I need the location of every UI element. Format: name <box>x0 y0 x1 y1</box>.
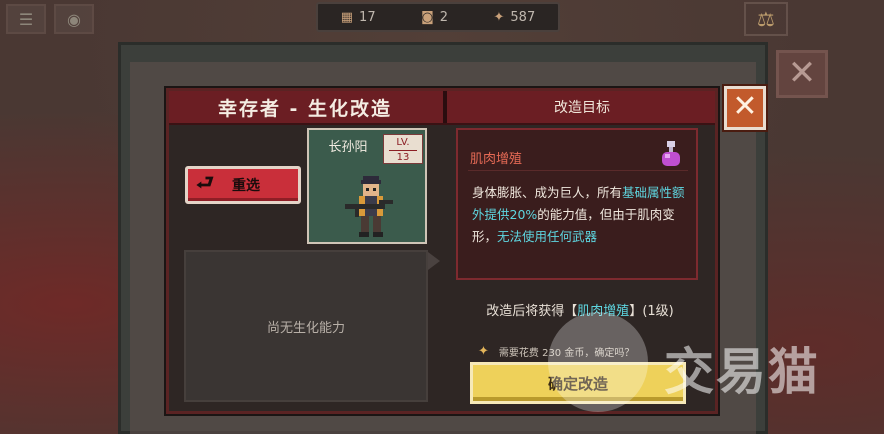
level-divider <box>389 150 417 151</box>
mutation-description: 身体膨胀、成为巨人，所有基础属性额外提供20%的能力值，但由于肌肉变形，无法使用… <box>472 182 690 248</box>
background-close-icon: ✕ <box>776 50 828 98</box>
level-badge: LV. 13 <box>383 134 423 164</box>
detail-divider <box>468 170 688 171</box>
close-icon: ✕ <box>732 89 758 124</box>
dialog-title: 幸存者 - 生化改造 <box>217 97 393 120</box>
coin-stack-icon: ✦ <box>478 344 489 359</box>
status-bar: ▦ 17 ◙ 2 ✦ 587 <box>316 2 560 32</box>
scale-icon[interactable]: ⚖ <box>744 2 788 36</box>
gamepad-icon[interactable]: ◉ <box>54 4 94 34</box>
arrow-right-icon <box>428 252 440 270</box>
level-value: 13 <box>396 152 410 163</box>
watermark-text: 交易猫 <box>664 343 820 401</box>
bread-icon: ◙ <box>421 9 434 25</box>
reselect-label: 重选 <box>232 178 260 194</box>
food-value: 2 <box>439 9 448 25</box>
level-label: LV. <box>396 137 410 148</box>
food-stat: ◙ 2 <box>421 10 448 25</box>
result-level: (1级) <box>642 304 674 319</box>
target-title: 改造目标 <box>554 100 610 116</box>
result-bracket-close: 】 <box>629 304 643 319</box>
desc-part-1: 身体膨胀、成为巨人，所有 <box>472 185 623 200</box>
calendar-icon: ▦ <box>340 9 354 25</box>
character-card[interactable]: 长孙阳 LV. 13 <box>307 128 427 244</box>
close-button[interactable]: ✕ <box>724 86 766 130</box>
money-stat: ✦ 587 <box>494 10 536 25</box>
return-arrow-icon: ⮐ <box>196 170 214 194</box>
mutation-name: 肌肉增殖 <box>470 152 523 167</box>
coin-icon: ✦ <box>493 9 505 25</box>
potion-icon <box>662 141 680 166</box>
watermark-logo <box>548 312 648 412</box>
mutation-detail-panel: 肌肉增殖 身体膨胀、成为巨人，所有基础属性额外提供20%的能力值，但由于肌肉变形… <box>456 128 698 280</box>
dialog-titlebar: 幸存者 - 生化改造 改造目标 <box>169 91 715 125</box>
result-prefix: 改造后将获得 <box>486 304 565 319</box>
reselect-button[interactable]: ⮐ 重选 <box>185 166 301 204</box>
top-left-icons: ☰ ◉ <box>6 4 94 34</box>
empty-ability-text: 尚无生化能力 <box>266 320 345 336</box>
character-sprite <box>345 176 393 237</box>
character-name: 长孙阳 <box>328 140 368 155</box>
desc-highlight-2: 无法使用任何武器 <box>497 229 598 244</box>
days-value: 17 <box>359 9 376 25</box>
money-value: 587 <box>510 9 536 25</box>
days-stat: ▦ 17 <box>341 10 376 25</box>
menu-icon[interactable]: ☰ <box>6 4 46 34</box>
ability-slot-empty: 尚无生化能力 <box>184 250 428 402</box>
